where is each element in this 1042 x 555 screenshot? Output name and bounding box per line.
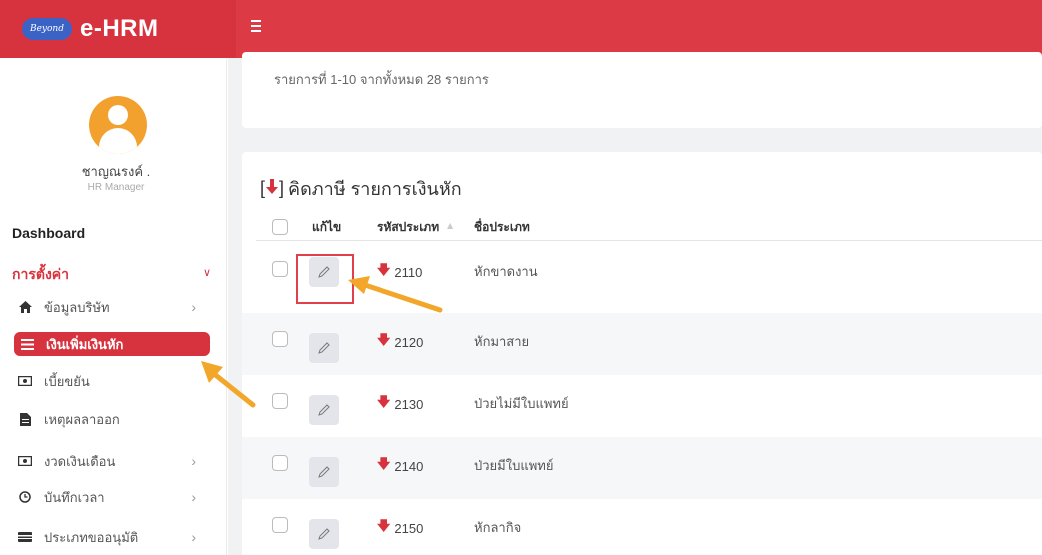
brand-name: e-HRM xyxy=(80,15,159,42)
edit-button[interactable] xyxy=(309,457,339,487)
edit-button[interactable] xyxy=(309,395,339,425)
sidebar: ชาญณรงค์ . HR Manager Dashboard การตั้งค… xyxy=(0,58,227,555)
edit-button[interactable] xyxy=(309,257,339,287)
type-name: หักลากิจ xyxy=(474,520,522,535)
edit-button[interactable] xyxy=(309,519,339,549)
brand-logo: Beyond xyxy=(22,18,72,40)
user-role: HR Manager xyxy=(87,182,145,193)
column-header-code[interactable]: รหัสประเภท xyxy=(377,218,439,237)
sidebar-item-label: เบี้ยขยัน xyxy=(44,373,90,389)
avatar[interactable] xyxy=(89,96,147,154)
row-checkbox[interactable] xyxy=(272,331,288,347)
type-code: 🡇 2130 xyxy=(377,393,423,415)
table-row: 🡇 2150 หักลากิจ xyxy=(242,499,1042,555)
arrow-down-icon: 🡇 xyxy=(377,262,391,277)
pencil-icon xyxy=(318,266,330,278)
type-code: 🡇 2140 xyxy=(377,455,423,477)
table-title-text: คิดภาษี รายการเงินหัก xyxy=(288,179,462,199)
chevron-right-icon: › xyxy=(191,299,196,315)
user-name: ชาญณรงค์ . xyxy=(81,164,151,179)
sidebar-item-label: เหตุผลลาออก xyxy=(44,411,120,427)
money-icon xyxy=(12,456,38,466)
edit-button[interactable] xyxy=(309,333,339,363)
sidebar-item-label: บันทึกเวลา xyxy=(44,489,105,505)
type-code: 🡇 2150 xyxy=(377,517,423,539)
card-icon xyxy=(12,532,38,542)
pencil-icon xyxy=(318,342,330,354)
arrow-down-icon xyxy=(265,178,279,199)
row-checkbox[interactable] xyxy=(272,393,288,409)
home-icon xyxy=(12,301,38,313)
sidebar-item-label: งวดเงินเดือน xyxy=(44,453,116,469)
clock-icon xyxy=(12,491,38,503)
list-icon xyxy=(14,338,40,350)
table-row: 🡇 2110 หักขาดงาน xyxy=(242,251,1042,313)
sort-icon[interactable]: ▲ xyxy=(447,221,453,230)
row-checkbox[interactable] xyxy=(272,261,288,277)
summary-card: รายการที่ 1-10 จากทั้งหมด 28 รายการ xyxy=(242,52,1042,128)
table-row: 🡇 2130 ป่วยไม่มีใบแพทย์ xyxy=(242,375,1042,437)
sidebar-item-settings-label: การตั้งค่า xyxy=(12,266,70,282)
main-content: รายการที่ 1-10 จากทั้งหมด 28 รายการ [ ] … xyxy=(228,52,1042,555)
title-bracket: ] xyxy=(279,178,285,198)
arrow-down-icon: 🡇 xyxy=(377,456,391,471)
sidebar-item-label: ประเภทขออนุมัติ xyxy=(44,529,139,545)
sidebar-item-label: เงินเพิ่มเงินหัก xyxy=(46,336,124,352)
column-header-edit: แก้ไข xyxy=(312,220,342,234)
sidebar-item-company-info[interactable]: ข้อมูลบริษัท › xyxy=(12,294,208,320)
sidebar-item-dashboard[interactable]: Dashboard xyxy=(12,225,85,241)
deduction-table-card: [ ] คิดภาษี รายการเงินหัก แก้ไข รหัสประเ… xyxy=(242,152,1042,555)
type-code-value: 2120 xyxy=(394,334,424,350)
money-icon xyxy=(12,376,38,386)
sidebar-item-label: ข้อมูลบริษัท xyxy=(44,299,110,315)
arrow-down-icon: 🡇 xyxy=(377,394,391,409)
chevron-right-icon: › xyxy=(191,529,196,545)
row-checkbox[interactable] xyxy=(272,455,288,471)
top-bar: Beyond e-HRM xyxy=(0,0,1042,58)
file-icon xyxy=(12,412,38,426)
pencil-icon xyxy=(318,404,330,416)
sidebar-item-allowance-deduction[interactable]: เงินเพิ่มเงินหัก xyxy=(14,332,210,356)
column-header-name[interactable]: ชื่อประเภท xyxy=(474,218,530,237)
arrow-down-icon: 🡇 xyxy=(377,518,391,533)
menu-toggle-icon[interactable] xyxy=(251,20,261,32)
sidebar-item-payroll-period[interactable]: งวดเงินเดือน › xyxy=(12,448,208,474)
row-checkbox[interactable] xyxy=(272,517,288,533)
table-row: 🡇 2120 หักมาสาย xyxy=(242,313,1042,375)
brand[interactable]: Beyond e-HRM xyxy=(0,0,236,58)
type-code-value: 2110 xyxy=(394,264,423,280)
type-code: 🡇 2120 xyxy=(377,331,423,353)
pencil-icon xyxy=(318,528,330,540)
chevron-right-icon: › xyxy=(191,489,196,505)
sidebar-item-resign-reason[interactable]: เหตุผลลาออก xyxy=(12,406,208,432)
sidebar-item-approval-type[interactable]: ประเภทขออนุมัติ › xyxy=(12,524,208,550)
pencil-icon xyxy=(318,466,330,478)
chevron-right-icon: › xyxy=(191,453,196,469)
type-name: ป่วยมีใบแพทย์ xyxy=(474,458,554,473)
sidebar-item-settings[interactable]: การตั้งค่า ∨ xyxy=(12,264,217,286)
sidebar-item-diligence-allowance[interactable]: เบี้ยขยัน xyxy=(12,368,208,394)
select-all-checkbox[interactable] xyxy=(272,219,288,235)
type-name: หักมาสาย xyxy=(474,334,530,349)
header-divider xyxy=(256,240,1042,241)
chevron-down-icon: ∨ xyxy=(202,267,211,279)
type-code-value: 2140 xyxy=(394,458,424,474)
sidebar-item-time-record[interactable]: บันทึกเวลา › xyxy=(12,484,208,510)
type-code-value: 2130 xyxy=(394,396,424,412)
type-code-value: 2150 xyxy=(394,520,424,536)
pagination-info: รายการที่ 1-10 จากทั้งหมด 28 รายการ xyxy=(274,72,489,87)
table-title: [ ] คิดภาษี รายการเงินหัก xyxy=(260,174,462,203)
type-name: ป่วยไม่มีใบแพทย์ xyxy=(474,396,569,411)
type-code: 🡇 2110 xyxy=(377,261,422,283)
type-name: หักขาดงาน xyxy=(474,264,538,279)
table-row: 🡇 2140 ป่วยมีใบแพทย์ xyxy=(242,437,1042,499)
arrow-down-icon: 🡇 xyxy=(377,332,391,347)
